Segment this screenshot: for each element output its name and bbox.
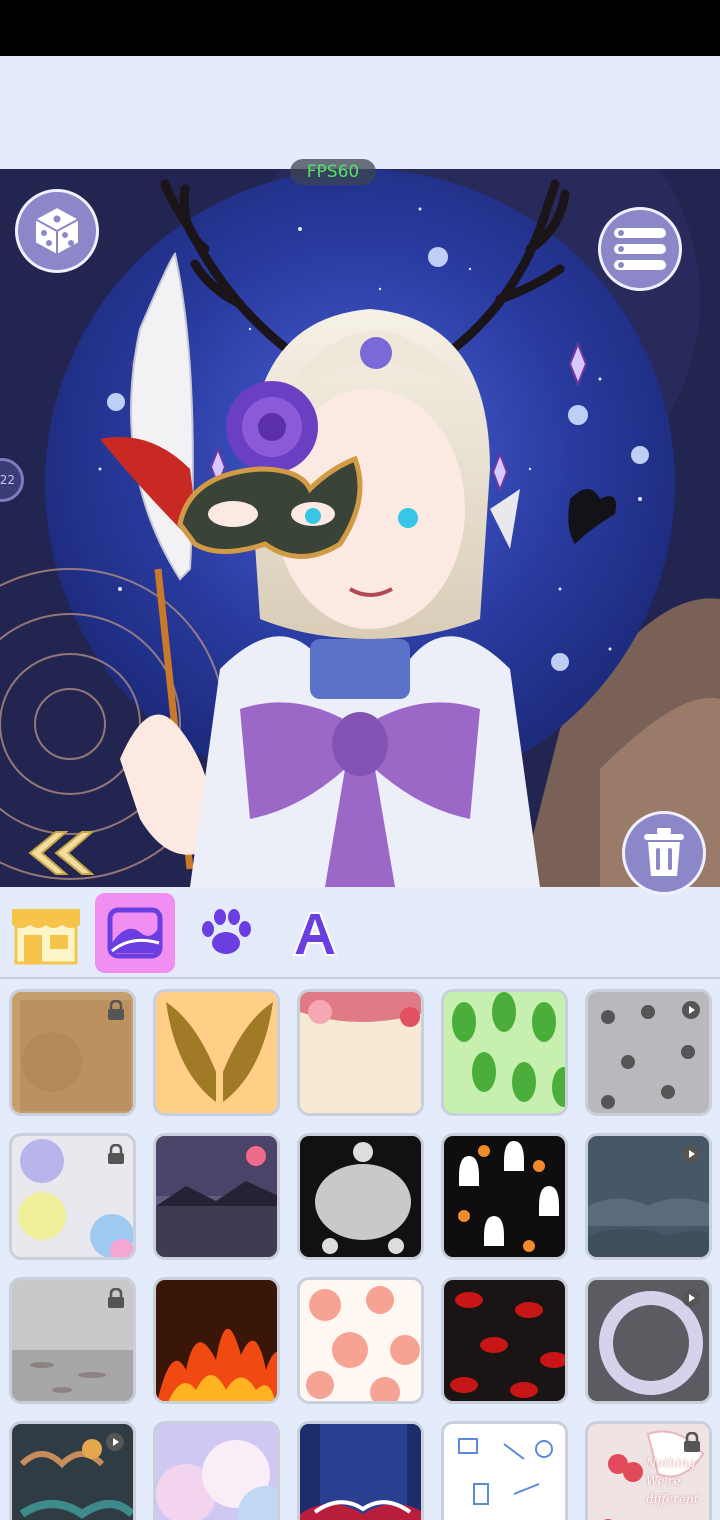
background-tile-oriental-clouds[interactable]	[9, 1421, 136, 1520]
tab-pet[interactable]	[186, 893, 266, 973]
trash-icon	[644, 828, 684, 876]
background-tile-fire[interactable]	[153, 1277, 280, 1404]
layers-menu-button[interactable]	[598, 207, 682, 291]
background-tile-blue-waves[interactable]	[297, 1421, 424, 1520]
lock-icon	[684, 1432, 700, 1452]
tab-background[interactable]	[95, 893, 175, 973]
background-tile-pastel-clouds[interactable]	[153, 1421, 280, 1520]
lock-icon	[108, 1144, 124, 1164]
video-ad-icon	[106, 1433, 124, 1451]
video-ad-icon	[682, 1289, 700, 1307]
delete-button[interactable]	[622, 811, 706, 895]
video-ad-icon	[682, 1001, 700, 1019]
background-thumbnail	[300, 1280, 421, 1401]
background-tile-halloween-frame[interactable]	[297, 1133, 424, 1260]
background-tile-silver-frame[interactable]	[585, 1277, 712, 1404]
background-tile-floral-frame[interactable]	[297, 989, 424, 1116]
background-thumbnail	[444, 1424, 565, 1520]
tab-shop[interactable]	[6, 893, 86, 973]
background-tile-peaches[interactable]	[297, 1277, 424, 1404]
tile-caption-line: We're	[646, 1474, 681, 1488]
background-thumbnail	[156, 1136, 277, 1257]
lock-icon	[108, 1000, 124, 1020]
lock-icon	[108, 1288, 124, 1308]
background-tile-skulls-pattern[interactable]	[585, 989, 712, 1116]
background-tile-parchment[interactable]	[9, 989, 136, 1116]
tile-caption: Nothing We're different	[646, 1454, 709, 1508]
background-thumbnail	[444, 992, 565, 1113]
background-thumbnail	[156, 1424, 277, 1520]
video-ad-icon	[682, 1145, 700, 1163]
tile-caption-line: different	[646, 1492, 699, 1506]
background-tile-golden-wings[interactable]	[153, 989, 280, 1116]
back-button[interactable]	[20, 826, 95, 880]
background-tile-red-lips[interactable]	[441, 1277, 568, 1404]
background-tile-green-leaves[interactable]	[441, 989, 568, 1116]
letter-a-icon	[292, 912, 338, 956]
background-tile-sketch-pattern[interactable]	[441, 1421, 568, 1520]
tile-caption-line: Nothing	[646, 1456, 696, 1470]
shop-icon	[12, 909, 80, 965]
background-tile-purple-lake[interactable]	[153, 1133, 280, 1260]
paw-icon	[202, 909, 251, 954]
background-tile-ghosts-pattern[interactable]	[441, 1133, 568, 1260]
background-tile-misty-water[interactable]	[9, 1277, 136, 1404]
dice-icon	[34, 205, 80, 257]
background-grid: Nothing We're different	[0, 981, 720, 1520]
top-spacer	[0, 56, 720, 169]
double-chevron-left-icon	[28, 831, 95, 875]
fps-counter: FPS60	[290, 159, 376, 185]
background-thumbnail	[300, 1136, 421, 1257]
random-dice-button[interactable]	[15, 189, 99, 273]
background-tile-cherry-text[interactable]: Nothing We're different	[585, 1421, 712, 1520]
status-bar	[0, 0, 720, 56]
background-thumbnail	[300, 1424, 421, 1520]
background-thumbnail	[156, 1280, 277, 1401]
category-tab-bar	[0, 887, 720, 979]
background-thumbnail	[444, 1136, 565, 1257]
background-thumbnail	[156, 992, 277, 1113]
landscape-icon	[107, 907, 163, 959]
background-thumbnail	[300, 992, 421, 1113]
list-menu-icon	[614, 228, 666, 270]
background-thumbnail	[444, 1280, 565, 1401]
tab-text[interactable]	[274, 893, 354, 973]
background-tile-night-clouds[interactable]	[585, 1133, 712, 1260]
background-tile-paint-splash[interactable]	[9, 1133, 136, 1260]
